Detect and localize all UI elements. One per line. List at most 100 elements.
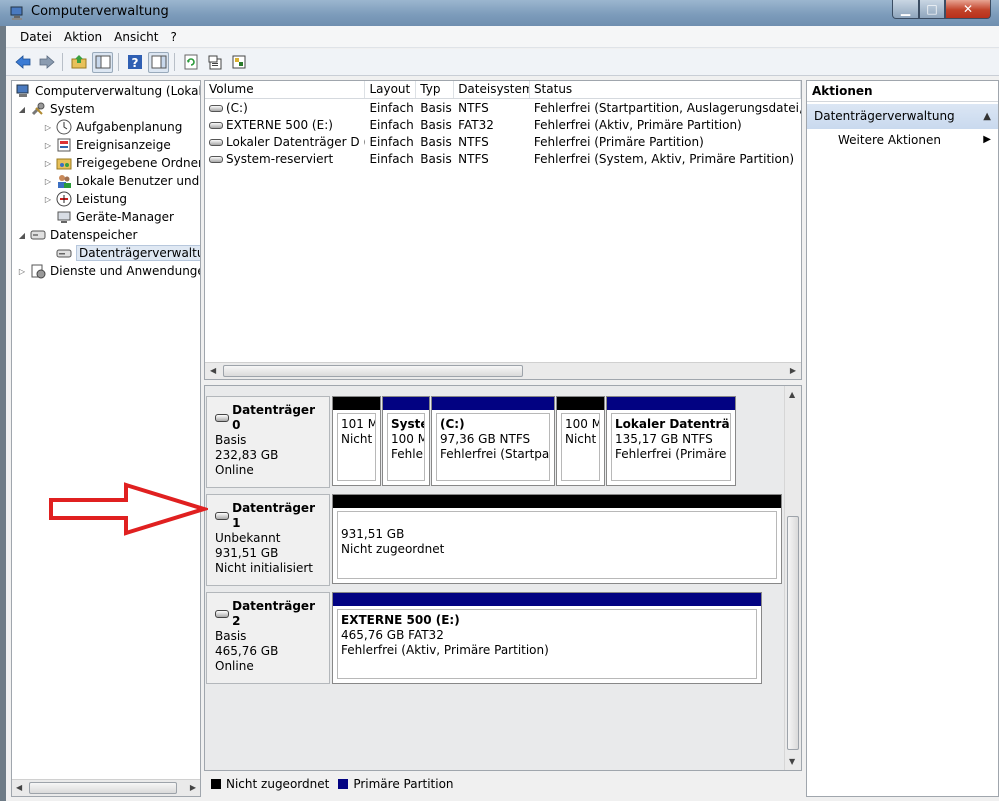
- back-button[interactable]: [12, 52, 33, 73]
- disk-graphical-view: Datenträger 0 Basis 232,83 GB Online 101…: [204, 385, 802, 771]
- volume-icon: [209, 139, 223, 146]
- collapse-arrow-icon[interactable]: ◢: [17, 105, 27, 114]
- computer-management-icon: [16, 84, 29, 97]
- properties-button[interactable]: [204, 52, 225, 73]
- menu-datei[interactable]: Datei: [14, 30, 58, 44]
- close-button[interactable]: ✕: [945, 0, 991, 19]
- tree-item-dienste-und-anwendungen[interactable]: ▷ Dienste und Anwendungen: [17, 262, 200, 280]
- disk-2-label[interactable]: Datenträger 2 Basis 465,76 GB Online: [206, 592, 330, 684]
- expand-arrow-icon[interactable]: ▷: [43, 123, 53, 132]
- expand-arrow-icon[interactable]: ▷: [43, 141, 53, 150]
- export-icon: [232, 55, 245, 69]
- minimize-icon: ▁: [900, 2, 911, 16]
- tree-item-lokale-benutzer[interactable]: ▷ Lokale Benutzer und Gruppen: [43, 172, 200, 190]
- scrollbar-thumb[interactable]: [223, 365, 523, 377]
- show-hide-action-button[interactable]: [148, 51, 169, 73]
- table-row[interactable]: System-reserviert Einfach Basis NTFS Feh…: [205, 151, 801, 168]
- up-button[interactable]: [68, 52, 89, 73]
- tree-item-system[interactable]: ◢ System: [17, 100, 95, 118]
- scrollbar-thumb[interactable]: [29, 782, 177, 794]
- column-header-dateisystem[interactable]: Dateisystem: [454, 81, 530, 98]
- expand-arrow-icon[interactable]: ▷: [17, 267, 27, 276]
- scroll-left-icon[interactable]: ◀: [210, 366, 216, 375]
- partition-unallocated[interactable]: 100 MBNicht zugeordnet: [556, 396, 605, 486]
- tree-horizontal-scrollbar[interactable]: ◀ ▶: [12, 779, 200, 796]
- tree-item-datenspeicher[interactable]: ◢ Datenspeicher: [17, 226, 137, 244]
- column-header-status[interactable]: Status: [530, 81, 801, 98]
- disk-management-icon: [56, 249, 72, 258]
- minimize-button[interactable]: ▁: [892, 0, 919, 19]
- legend-label-unallocated: Nicht zugeordnet: [226, 777, 330, 791]
- disk-view-vertical-scrollbar[interactable]: ▲ ▼: [784, 386, 801, 770]
- actions-title: Aktionen: [807, 81, 998, 102]
- table-row[interactable]: Lokaler Datenträger D (F:) Einfach Basis…: [205, 134, 801, 151]
- partition-unallocated[interactable]: 101 MBNicht zugeordnet: [332, 396, 381, 486]
- show-hide-tree-button[interactable]: [92, 51, 113, 73]
- volume-list-horizontal-scrollbar[interactable]: ◀ ▶: [205, 362, 801, 379]
- legend-swatch-unallocated: [211, 779, 221, 789]
- disk-1-row: Datenträger 1 Unbekannt 931,51 GB Nicht …: [206, 494, 784, 586]
- tree-item-geraete-manager[interactable]: Geräte-Manager: [56, 208, 174, 226]
- menu-aktion[interactable]: Aktion: [58, 30, 108, 44]
- action-item-weitere-aktionen[interactable]: Weitere Aktionen ▶: [807, 129, 998, 151]
- hard-disk-icon: [215, 610, 230, 618]
- forward-button[interactable]: [36, 52, 57, 73]
- column-header-volume[interactable]: Volume: [205, 81, 366, 98]
- scroll-down-icon[interactable]: ▼: [789, 757, 795, 766]
- partition-c[interactable]: (C:)97,36 GB NTFSFehlerfrei (Startpartit…: [431, 396, 555, 486]
- help-button[interactable]: ?: [124, 52, 145, 73]
- refresh-icon: [184, 54, 197, 70]
- tree-item-freigegebene-ordner[interactable]: ▷ Freigegebene Ordner: [43, 154, 200, 172]
- unallocated-bar: [333, 495, 781, 508]
- tools-icon: [31, 102, 45, 116]
- disk-0-label[interactable]: Datenträger 0 Basis 232,83 GB Online: [206, 396, 330, 488]
- expand-arrow-icon[interactable]: ▷: [43, 195, 53, 204]
- tree-item-computerverwaltung[interactable]: Computerverwaltung (Lokal): [15, 82, 200, 100]
- up-folder-icon: [71, 55, 86, 69]
- partition-externe-500[interactable]: EXTERNE 500 (E:) 465,76 GB FAT32 Fehlerfre…: [332, 592, 762, 684]
- event-viewer-icon: [57, 138, 71, 152]
- menu-ansicht[interactable]: Ansicht: [108, 30, 164, 44]
- partition-unallocated[interactable]: 931,51 GB Nicht zugeordnet: [332, 494, 782, 584]
- users-icon: [58, 175, 71, 188]
- primary-partition-bar: [333, 593, 761, 606]
- storage-icon: [30, 230, 46, 240]
- volume-icon: [209, 156, 223, 163]
- toolbar-separator: [118, 53, 119, 71]
- scroll-left-icon[interactable]: ◀: [16, 783, 22, 792]
- tree-item-leistung[interactable]: ▷ Leistung: [43, 190, 127, 208]
- expand-arrow-icon[interactable]: ▷: [43, 159, 53, 168]
- title-bar: Computerverwaltung ▁ □ ✕: [0, 0, 999, 26]
- partition-system-reserved[interactable]: System-reserviert100 MB NTFSFehlerfrei (…: [382, 396, 430, 486]
- disk-1-label[interactable]: Datenträger 1 Unbekannt 931,51 GB Nicht …: [206, 494, 330, 586]
- computer-management-icon: [10, 6, 23, 20]
- maximize-button[interactable]: □: [919, 0, 945, 19]
- table-row[interactable]: EXTERNE 500 (E:) Einfach Basis FAT32 Feh…: [205, 117, 801, 134]
- table-row[interactable]: (C:) Einfach Basis NTFS Fehlerfrei (Star…: [205, 100, 801, 117]
- partition-d[interactable]: Lokaler Datenträger D (F:)135,17 GB NTFS…: [606, 396, 736, 486]
- menu-help[interactable]: ?: [164, 30, 182, 44]
- tree-item-ereignisanzeige[interactable]: ▷ Ereignisanzeige: [43, 136, 171, 154]
- scroll-up-icon[interactable]: ▲: [789, 390, 795, 399]
- shared-folder-icon: [56, 158, 72, 170]
- tree-item-datentraegerverwaltung[interactable]: Datenträgerverwaltung: [56, 244, 200, 262]
- actions-section-header[interactable]: Datenträgerverwaltung ▲: [807, 104, 998, 129]
- column-header-layout[interactable]: Layout: [365, 81, 417, 98]
- tree-item-aufgabenplanung[interactable]: ▷ Aufgabenplanung: [43, 118, 182, 136]
- properties-icon: [208, 55, 221, 70]
- scroll-right-icon[interactable]: ▶: [790, 366, 796, 375]
- legend: Nicht zugeordnet Primäre Partition: [204, 773, 802, 795]
- column-header-typ[interactable]: Typ: [416, 81, 455, 98]
- volume-list: Volume Layout Typ Dateisystem Status (C:…: [204, 80, 802, 380]
- scroll-right-icon[interactable]: ▶: [190, 783, 196, 792]
- expand-arrow-icon[interactable]: ▷: [43, 177, 53, 186]
- scrollbar-thumb[interactable]: [787, 516, 799, 750]
- primary-partition-bar: [432, 397, 554, 410]
- clock-icon: [56, 119, 72, 135]
- collapse-up-icon[interactable]: ▲: [983, 104, 991, 129]
- export-button[interactable]: [228, 52, 249, 73]
- device-manager-icon: [57, 211, 71, 223]
- hard-disk-icon: [215, 512, 230, 520]
- refresh-button[interactable]: [180, 52, 201, 73]
- collapse-arrow-icon[interactable]: ◢: [17, 231, 27, 240]
